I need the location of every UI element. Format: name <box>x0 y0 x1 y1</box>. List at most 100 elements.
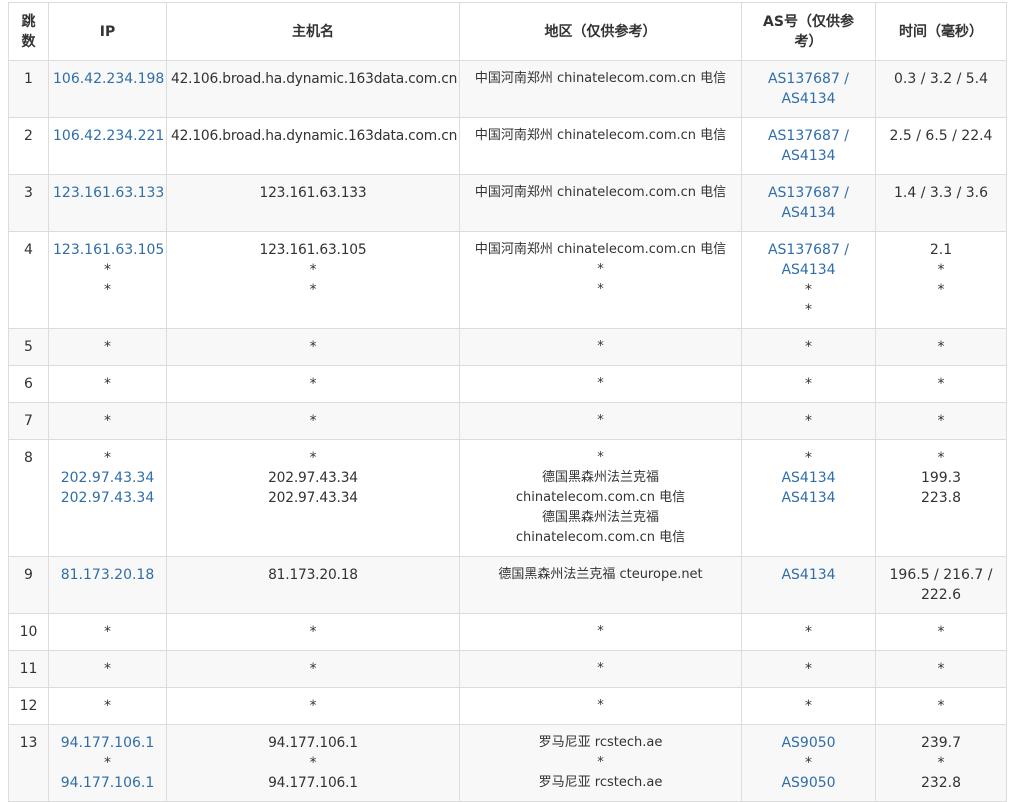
cell-host: * 202.97.43.34 202.97.43.34 <box>166 439 460 557</box>
ip-link[interactable]: 202.97.43.34 <box>53 468 162 488</box>
region-text: * <box>597 755 604 770</box>
table-row: 12 * * * * * <box>8 687 1007 725</box>
cell-as: AS4134 <box>741 556 876 614</box>
as-link[interactable]: AS9050 <box>746 733 871 753</box>
as-text: * <box>805 302 812 318</box>
header-ip: IP <box>48 2 167 61</box>
host-text: 202.97.43.34 <box>268 490 358 506</box>
as-link[interactable]: AS4134 <box>746 565 871 585</box>
as-link[interactable]: AS137687 / <box>746 69 871 89</box>
cell-host: 42.106.broad.ha.dynamic.163data.com.cn <box>166 117 460 175</box>
cell-hop: 11 <box>8 650 49 688</box>
host-text: 202.97.43.34 <box>268 470 358 486</box>
as-text: * <box>805 339 812 355</box>
ip-link[interactable]: 106.42.234.198 <box>53 69 164 89</box>
as-link[interactable]: AS137687 / <box>746 240 871 260</box>
host-text: * <box>309 698 317 714</box>
region-text: 中国河南郑州 chinatelecom.com.cn 电信 <box>474 128 727 143</box>
time-text: 0.3 / 3.2 / 5.4 <box>893 71 989 87</box>
cell-region: * <box>459 365 742 403</box>
cell-host: 123.161.63.133 <box>166 174 460 232</box>
as-link[interactable]: AS4134 <box>746 468 871 488</box>
ip-link[interactable]: 123.161.63.133 <box>53 183 164 203</box>
ip-text: * <box>104 661 111 677</box>
ip-text: * <box>104 698 111 714</box>
host-text: * <box>309 282 317 298</box>
ip-text: * <box>104 413 111 429</box>
ip-text: * <box>104 339 111 355</box>
region-text: * <box>597 262 604 277</box>
cell-region: * <box>459 650 742 688</box>
time-text: 222.6 <box>920 587 962 603</box>
cell-host: 42.106.broad.ha.dynamic.163data.com.cn <box>166 60 460 118</box>
cell-time: 196.5 / 216.7 / 222.6 <box>875 556 1007 614</box>
host-text: * <box>309 339 317 355</box>
header-row: 跳数 IP 主机名 地区（仅供参考） AS号（仅供参考） 时间（毫秒） <box>8 2 1007 61</box>
host-text: * <box>309 413 317 429</box>
cell-region: 德国黑森州法兰克福 cteurope.net <box>459 556 742 614</box>
traceroute-table: 跳数 IP 主机名 地区（仅供参考） AS号（仅供参考） 时间（毫秒） 1 106… <box>8 2 1007 802</box>
time-text: 232.8 <box>920 775 962 791</box>
table-row: 9 81.173.20.18 81.173.20.18 德国黑森州法兰克福 cteur… <box>8 556 1007 614</box>
host-text: * <box>309 262 317 278</box>
ip-link[interactable]: 106.42.234.221 <box>53 126 164 146</box>
as-link[interactable]: AS4134 <box>746 203 871 223</box>
host-text: * <box>309 450 317 466</box>
region-text: chinatelecom.com.cn 电信 <box>515 490 686 505</box>
as-link[interactable]: AS137687 / <box>746 183 871 203</box>
cell-time: 1.4 / 3.3 / 3.6 <box>875 174 1007 232</box>
cell-ip: 106.42.234.221 <box>48 117 167 175</box>
as-link[interactable]: AS4134 <box>746 488 871 508</box>
table-row: 7 * * * * * <box>8 402 1007 440</box>
as-link[interactable]: AS4134 <box>746 89 871 109</box>
table-body: 1 106.42.234.198 42.106.broad.ha.dynamic.1… <box>8 60 1007 802</box>
cell-hop: 3 <box>8 174 49 232</box>
ip-link[interactable]: 123.161.63.105 <box>53 240 164 260</box>
time-text: * <box>937 450 945 466</box>
cell-time: * <box>875 402 1007 440</box>
table-row: 11 * * * * * <box>8 650 1007 688</box>
cell-region: * <box>459 687 742 725</box>
as-text: * <box>805 413 812 429</box>
cell-hop: 1 <box>8 60 49 118</box>
region-text: 中国河南郑州 chinatelecom.com.cn 电信 <box>474 242 727 257</box>
region-text: 罗马尼亚 rcstech.ae <box>538 775 663 790</box>
header-hop: 跳数 <box>8 2 49 61</box>
region-text: 德国黑森州法兰克福 cteurope.net <box>498 567 703 582</box>
cell-host: * <box>166 402 460 440</box>
time-text: 223.8 <box>920 490 962 506</box>
header-region: 地区（仅供参考） <box>459 2 742 61</box>
as-link[interactable]: AS137687 / <box>746 126 871 146</box>
as-link[interactable]: AS4134 <box>746 146 871 166</box>
cell-ip: * <box>48 328 167 366</box>
cell-as: * <box>741 650 876 688</box>
cell-as: * <box>741 365 876 403</box>
ip-link[interactable]: 81.173.20.18 <box>53 565 162 585</box>
cell-as: AS9050 * AS9050 <box>741 724 876 802</box>
ip-link[interactable]: 94.177.106.1 <box>53 733 162 753</box>
region-text: 中国河南郑州 chinatelecom.com.cn 电信 <box>474 71 727 86</box>
as-link[interactable]: AS9050 <box>746 773 871 793</box>
cell-as: AS137687 /AS4134 <box>741 117 876 175</box>
region-text: * <box>597 413 604 428</box>
ip-text: * <box>104 262 111 278</box>
time-text: * <box>937 339 945 355</box>
ip-text: * <box>104 450 111 466</box>
ip-link[interactable]: 202.97.43.34 <box>53 488 162 508</box>
ip-link[interactable]: 94.177.106.1 <box>53 773 162 793</box>
cell-time: 0.3 / 3.2 / 5.4 <box>875 60 1007 118</box>
table-header: 跳数 IP 主机名 地区（仅供参考） AS号（仅供参考） 时间（毫秒） <box>8 2 1007 61</box>
time-text: 196.5 / 216.7 / <box>889 567 993 583</box>
cell-host: * <box>166 613 460 651</box>
cell-ip: 94.177.106.1 * 94.177.106.1 <box>48 724 167 802</box>
table-row: 1 106.42.234.198 42.106.broad.ha.dynamic.1… <box>8 60 1007 118</box>
region-text: 中国河南郑州 chinatelecom.com.cn 电信 <box>474 185 727 200</box>
cell-time: * <box>875 687 1007 725</box>
cell-hop: 10 <box>8 613 49 651</box>
cell-hop: 12 <box>8 687 49 725</box>
as-link[interactable]: AS4134 <box>746 260 871 280</box>
as-text: * <box>805 450 812 466</box>
host-text: * <box>309 661 317 677</box>
time-text: * <box>937 755 945 771</box>
cell-hop: 9 <box>8 556 49 614</box>
